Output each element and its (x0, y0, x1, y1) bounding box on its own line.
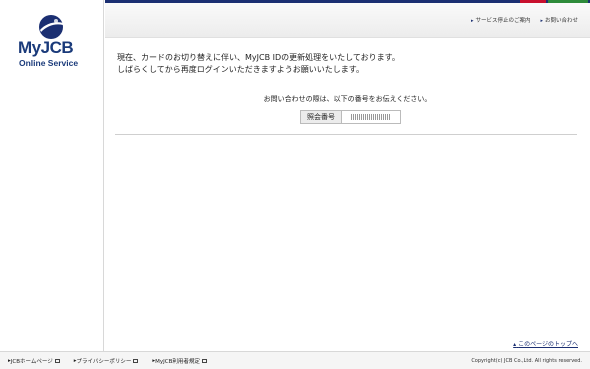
globe-logo-icon (39, 15, 63, 39)
contact-link[interactable]: ▸ お問い合わせ (540, 16, 578, 24)
footer: ▸ JCBホームページ ▸ プライバシーポリシー ▸ MyJCB利用者規定 Copyr… (0, 351, 590, 369)
reference-number-box: 照会番号 (300, 110, 401, 124)
copyright: Copyright(c) JCB Co.,Ltd. All rights res… (471, 357, 582, 364)
footer-link-jcb-home[interactable]: ▸ JCBホームページ (8, 357, 60, 365)
contact-label: お問い合わせ (544, 18, 578, 24)
footer-link-terms[interactable]: ▸ MyJCB利用者規定 (152, 357, 207, 365)
page-top-label: このページのトップへ (518, 341, 578, 348)
redacted-number (351, 114, 391, 120)
external-window-icon (201, 358, 207, 363)
header: ▸ サービス停止のご案内 ▸ お問い合わせ (105, 3, 590, 38)
message-line-2: しばらくしてから再度ログインいただきますようお願いいたします。 (117, 65, 364, 74)
header-links: ▸ サービス停止のご案内 ▸ お問い合わせ (471, 16, 578, 24)
reference-number-value (342, 111, 400, 123)
logo-tagline: Online Service (19, 58, 79, 68)
content-divider (115, 134, 577, 135)
inquiry-text: お問い合わせの際は、以下の番号をお伝えください。 (263, 95, 432, 103)
main-content: ▸ サービス停止のご案内 ▸ お問い合わせ 現在、カードのお切り替えに伴い、MyJC… (105, 0, 590, 351)
page: MyJCB Online Service ▸ サービス停止のご案内 ▸ お問い合わせ… (0, 0, 590, 369)
service-stop-link[interactable]: ▸ サービス停止のご案内 (471, 16, 531, 24)
maintenance-message: 現在、カードのお切り替えに伴い、MyJCB IDの更新処理をいたしております。 … (117, 52, 400, 76)
external-window-icon (54, 358, 60, 363)
reference-number-label: 照会番号 (301, 111, 342, 123)
footer-link-label: プライバシーポリシー (76, 358, 132, 365)
arrow-right-icon: ▸ (540, 18, 543, 24)
page-top-link[interactable]: ▴ このページのトップへ (513, 339, 578, 348)
footer-link-label: MyJCB利用者規定 (155, 358, 200, 365)
myjcb-logo[interactable]: MyJCB Online Service (14, 14, 94, 74)
up-arrow-icon: ▴ (513, 341, 517, 348)
footer-link-label: JCBホームページ (10, 358, 53, 365)
arrow-right-icon: ▸ (470, 18, 474, 24)
footer-link-privacy[interactable]: ▸ プライバシーポリシー (74, 357, 139, 365)
message-line-1: 現在、カードのお切り替えに伴い、MyJCB IDの更新処理をいたしております。 (117, 53, 400, 62)
sidebar: MyJCB Online Service (0, 0, 104, 351)
service-stop-label: サービス停止のご案内 (475, 18, 531, 24)
external-window-icon (133, 358, 139, 363)
logo-wordmark: MyJCB (18, 38, 74, 57)
